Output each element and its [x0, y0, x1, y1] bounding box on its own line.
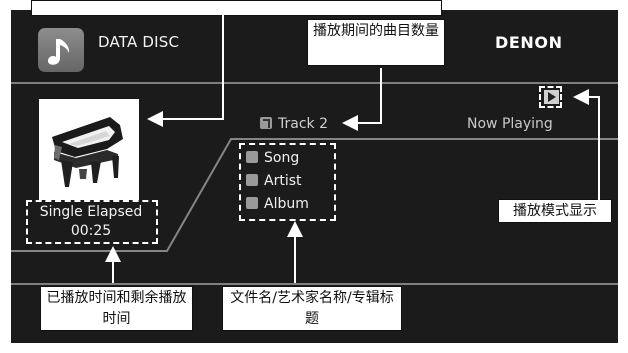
track-number: Track 2 [278, 116, 328, 132]
track-icon [260, 117, 272, 129]
play-mode-highlight [539, 86, 562, 108]
album-art [39, 99, 139, 200]
metadata-callout: 文件名/艺术家名称/专辑标题 [222, 286, 402, 331]
elapsed-callout: 已播放时间和剩余播放时间 [40, 286, 193, 331]
track-indicator: Track 2 [260, 116, 328, 132]
metadata-highlight [239, 143, 336, 221]
play-mode-callout: 播放模式显示 [498, 199, 612, 223]
top-callout-box [31, 0, 442, 16]
annotated-screenshot: DATA DISC DENON Track 2 Now Playing Song… [0, 0, 628, 353]
playback-status: Now Playing [467, 116, 553, 132]
elapsed-highlight [26, 200, 158, 244]
track-count-callout: 播放期间的曲目数量 [307, 19, 445, 66]
